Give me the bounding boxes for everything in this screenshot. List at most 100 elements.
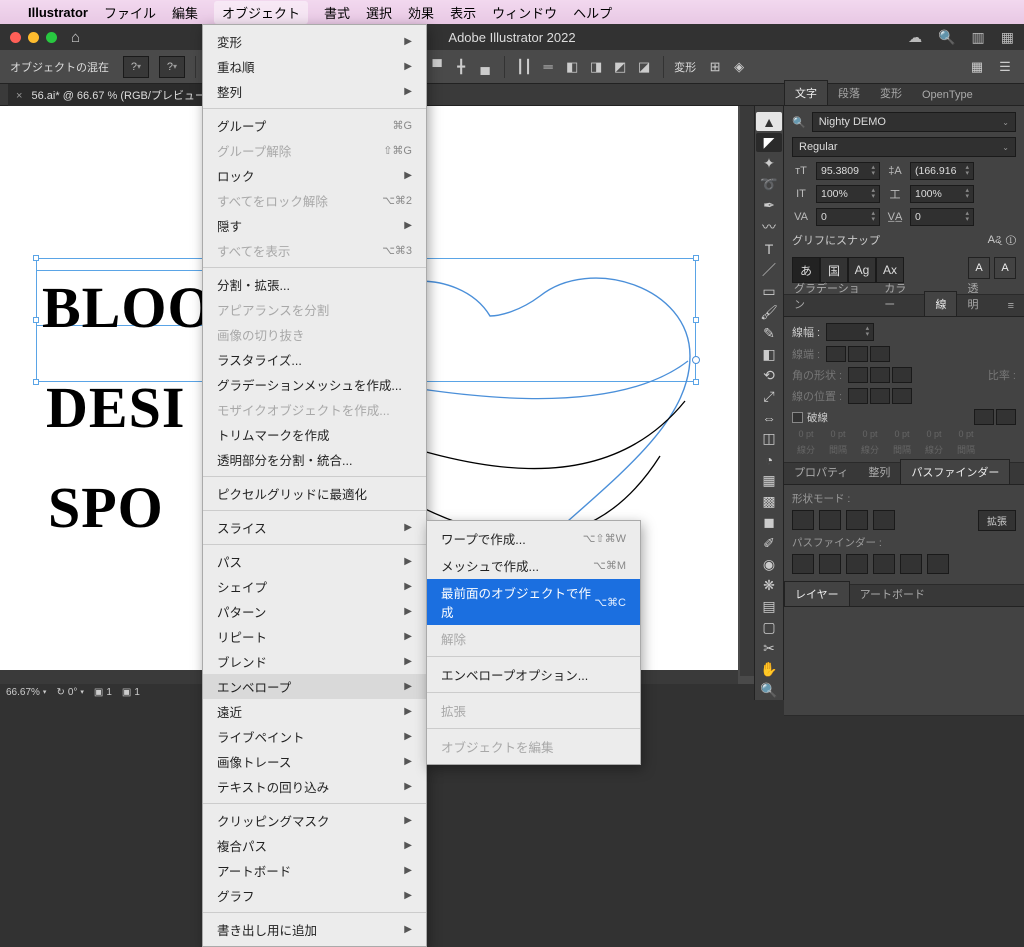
menu-object[interactable]: オブジェクト — [214, 1, 308, 24]
status-val-1[interactable]: ▣ 1 — [94, 687, 112, 698]
align-bottom-icon[interactable]: ▄ — [476, 58, 494, 76]
corner-miter[interactable] — [848, 367, 868, 383]
free-transform-tool-icon[interactable]: ◫ — [756, 429, 782, 448]
selection-handle[interactable] — [33, 379, 39, 385]
zoom-level[interactable]: 66.67% ▾ — [6, 687, 46, 698]
expand-button[interactable]: 拡張 — [978, 510, 1016, 531]
menu-item[interactable]: アートボード▶ — [203, 858, 426, 883]
submenu-item[interactable]: ワープで作成...⌥⇧⌘W — [427, 525, 640, 552]
pathfinder-minus-icon[interactable]: ◨ — [587, 58, 605, 76]
shape-unite-icon[interactable] — [792, 510, 814, 530]
align-vcenter-icon[interactable]: ╋ — [452, 58, 470, 76]
width-tool-icon[interactable]: ⇔ — [756, 408, 782, 427]
blend-tool-icon[interactable]: ◉ — [756, 555, 782, 574]
tab-properties[interactable]: プロパティ — [784, 460, 858, 484]
menu-item[interactable]: エンベロープ▶ — [203, 674, 426, 699]
distribute-v-icon[interactable]: ═ — [539, 58, 557, 76]
selection-handle[interactable] — [33, 317, 39, 323]
menu-help[interactable]: ヘルプ — [573, 3, 612, 22]
arrange-docs-icon[interactable]: ▥ — [972, 29, 985, 46]
transform-label[interactable]: 変形 — [674, 59, 696, 75]
more-options-icon[interactable]: ☰ — [996, 58, 1014, 76]
shape-builder-tool-icon[interactable]: ◔ — [756, 450, 782, 469]
pf-trim-icon[interactable] — [819, 554, 841, 574]
menu-item[interactable]: ロック▶ — [203, 163, 426, 188]
font-style-field[interactable]: Regular⌄ — [792, 137, 1016, 157]
cap-square[interactable] — [870, 346, 890, 362]
tab-paragraph[interactable]: 段落 — [828, 81, 870, 105]
dashed-line-checkbox[interactable]: 破線 — [792, 409, 1016, 425]
align-center[interactable] — [848, 388, 868, 404]
menu-item[interactable]: ライブペイント▶ — [203, 724, 426, 749]
hscale-field[interactable]: 100%▴▾ — [816, 185, 880, 203]
menu-item[interactable]: 変形▶ — [203, 29, 426, 54]
menu-effect[interactable]: 効果 — [408, 3, 434, 22]
lasso-tool-icon[interactable]: ➰ — [756, 175, 782, 194]
corner-bevel[interactable] — [892, 367, 912, 383]
pf-crop-icon[interactable] — [873, 554, 895, 574]
menu-item[interactable]: 画像トレース▶ — [203, 749, 426, 774]
line-tool-icon[interactable]: ／ — [756, 260, 782, 280]
corner-round[interactable] — [870, 367, 890, 383]
zoom-tool-icon[interactable]: 🔍 — [756, 681, 782, 700]
tab-layers[interactable]: レイヤー — [784, 581, 850, 606]
panel-menu-icon[interactable]: ≡ — [998, 296, 1024, 316]
tracking-field[interactable]: 0▴▾ — [910, 208, 974, 226]
menu-item[interactable]: 書き出し用に追加▶ — [203, 917, 426, 942]
eraser-tool-icon[interactable]: ◧ — [756, 345, 782, 364]
selection-handle[interactable] — [33, 255, 39, 261]
tab-color[interactable]: カラー — [874, 276, 924, 316]
shaper-tool-icon[interactable]: ✎ — [756, 324, 782, 343]
tab-pathfinder[interactable]: パスファインダー — [900, 459, 1010, 484]
align-outside[interactable] — [892, 388, 912, 404]
pathfinder-unite-icon[interactable]: ◧ — [563, 58, 581, 76]
tab-stroke[interactable]: 線 — [924, 291, 957, 316]
distribute-h-icon[interactable]: ┃┃ — [515, 58, 533, 76]
menu-item[interactable]: リピート▶ — [203, 624, 426, 649]
menu-item[interactable]: パス▶ — [203, 549, 426, 574]
snap-options-icon[interactable]: Aୡ ① — [988, 234, 1016, 247]
dash-align[interactable] — [996, 409, 1016, 425]
menu-item[interactable]: 分割・拡張... — [203, 272, 426, 297]
menu-item[interactable]: 透明部分を分割・統合... — [203, 447, 426, 472]
menu-item[interactable]: パターン▶ — [203, 599, 426, 624]
align-inside[interactable] — [870, 388, 890, 404]
gradient-tool-icon[interactable]: ◼ — [756, 513, 782, 532]
shape-minus-icon[interactable] — [819, 510, 841, 530]
pathfinder-exclude-icon[interactable]: ◪ — [635, 58, 653, 76]
text-line-2[interactable]: DESI — [46, 374, 185, 441]
pf-outline-icon[interactable] — [900, 554, 922, 574]
tab-align[interactable]: 整列 — [858, 460, 900, 484]
cap-round[interactable] — [848, 346, 868, 362]
tab-opentype[interactable]: OpenType — [912, 85, 983, 105]
mesh-tool-icon[interactable]: ▩ — [756, 492, 782, 511]
font-size-field[interactable]: 95.3809▴▾ — [816, 162, 880, 180]
tab-character[interactable]: 文字 — [784, 80, 828, 105]
isolate-icon[interactable]: ◈ — [730, 58, 748, 76]
menu-item[interactable]: トリムマークを作成 — [203, 422, 426, 447]
reference-point-icon[interactable]: ⊞ — [706, 58, 724, 76]
menu-view[interactable]: 表示 — [450, 3, 476, 22]
menu-item[interactable]: シェイプ▶ — [203, 574, 426, 599]
home-icon[interactable]: ⌂ — [71, 29, 80, 46]
selection-tool-icon[interactable]: ▲ — [756, 112, 782, 131]
menu-item[interactable]: グラデーションメッシュを作成... — [203, 372, 426, 397]
status-val-2[interactable]: ▣ 1 — [122, 687, 140, 698]
menu-item[interactable]: グラフ▶ — [203, 883, 426, 908]
menu-item[interactable]: 隠す▶ — [203, 213, 426, 238]
artboard-tool-icon[interactable]: ▢ — [756, 618, 782, 637]
dash-preserve[interactable] — [974, 409, 994, 425]
tab-artboards[interactable]: アートボード — [850, 582, 935, 606]
vertical-scrollbar[interactable] — [740, 106, 754, 676]
direct-selection-tool-icon[interactable]: ◤ — [756, 133, 782, 152]
menu-item[interactable]: 複合パス▶ — [203, 833, 426, 858]
submenu-item[interactable]: 最前面のオブジェクトで作成⌥⌘C — [427, 579, 640, 625]
tab-gradient[interactable]: グラデーション — [784, 276, 874, 316]
pf-minusback-icon[interactable] — [927, 554, 949, 574]
fill-swatch[interactable]: ?▾ — [123, 56, 149, 78]
submenu-item[interactable]: メッシュで作成...⌥⌘M — [427, 552, 640, 579]
scale-tool-icon[interactable]: ⤢ — [756, 387, 782, 406]
rotation[interactable]: ↻ 0° ▾ — [56, 687, 83, 698]
close-doc-icon[interactable]: × — [16, 90, 22, 102]
rectangle-tool-icon[interactable]: ▭ — [756, 282, 782, 301]
